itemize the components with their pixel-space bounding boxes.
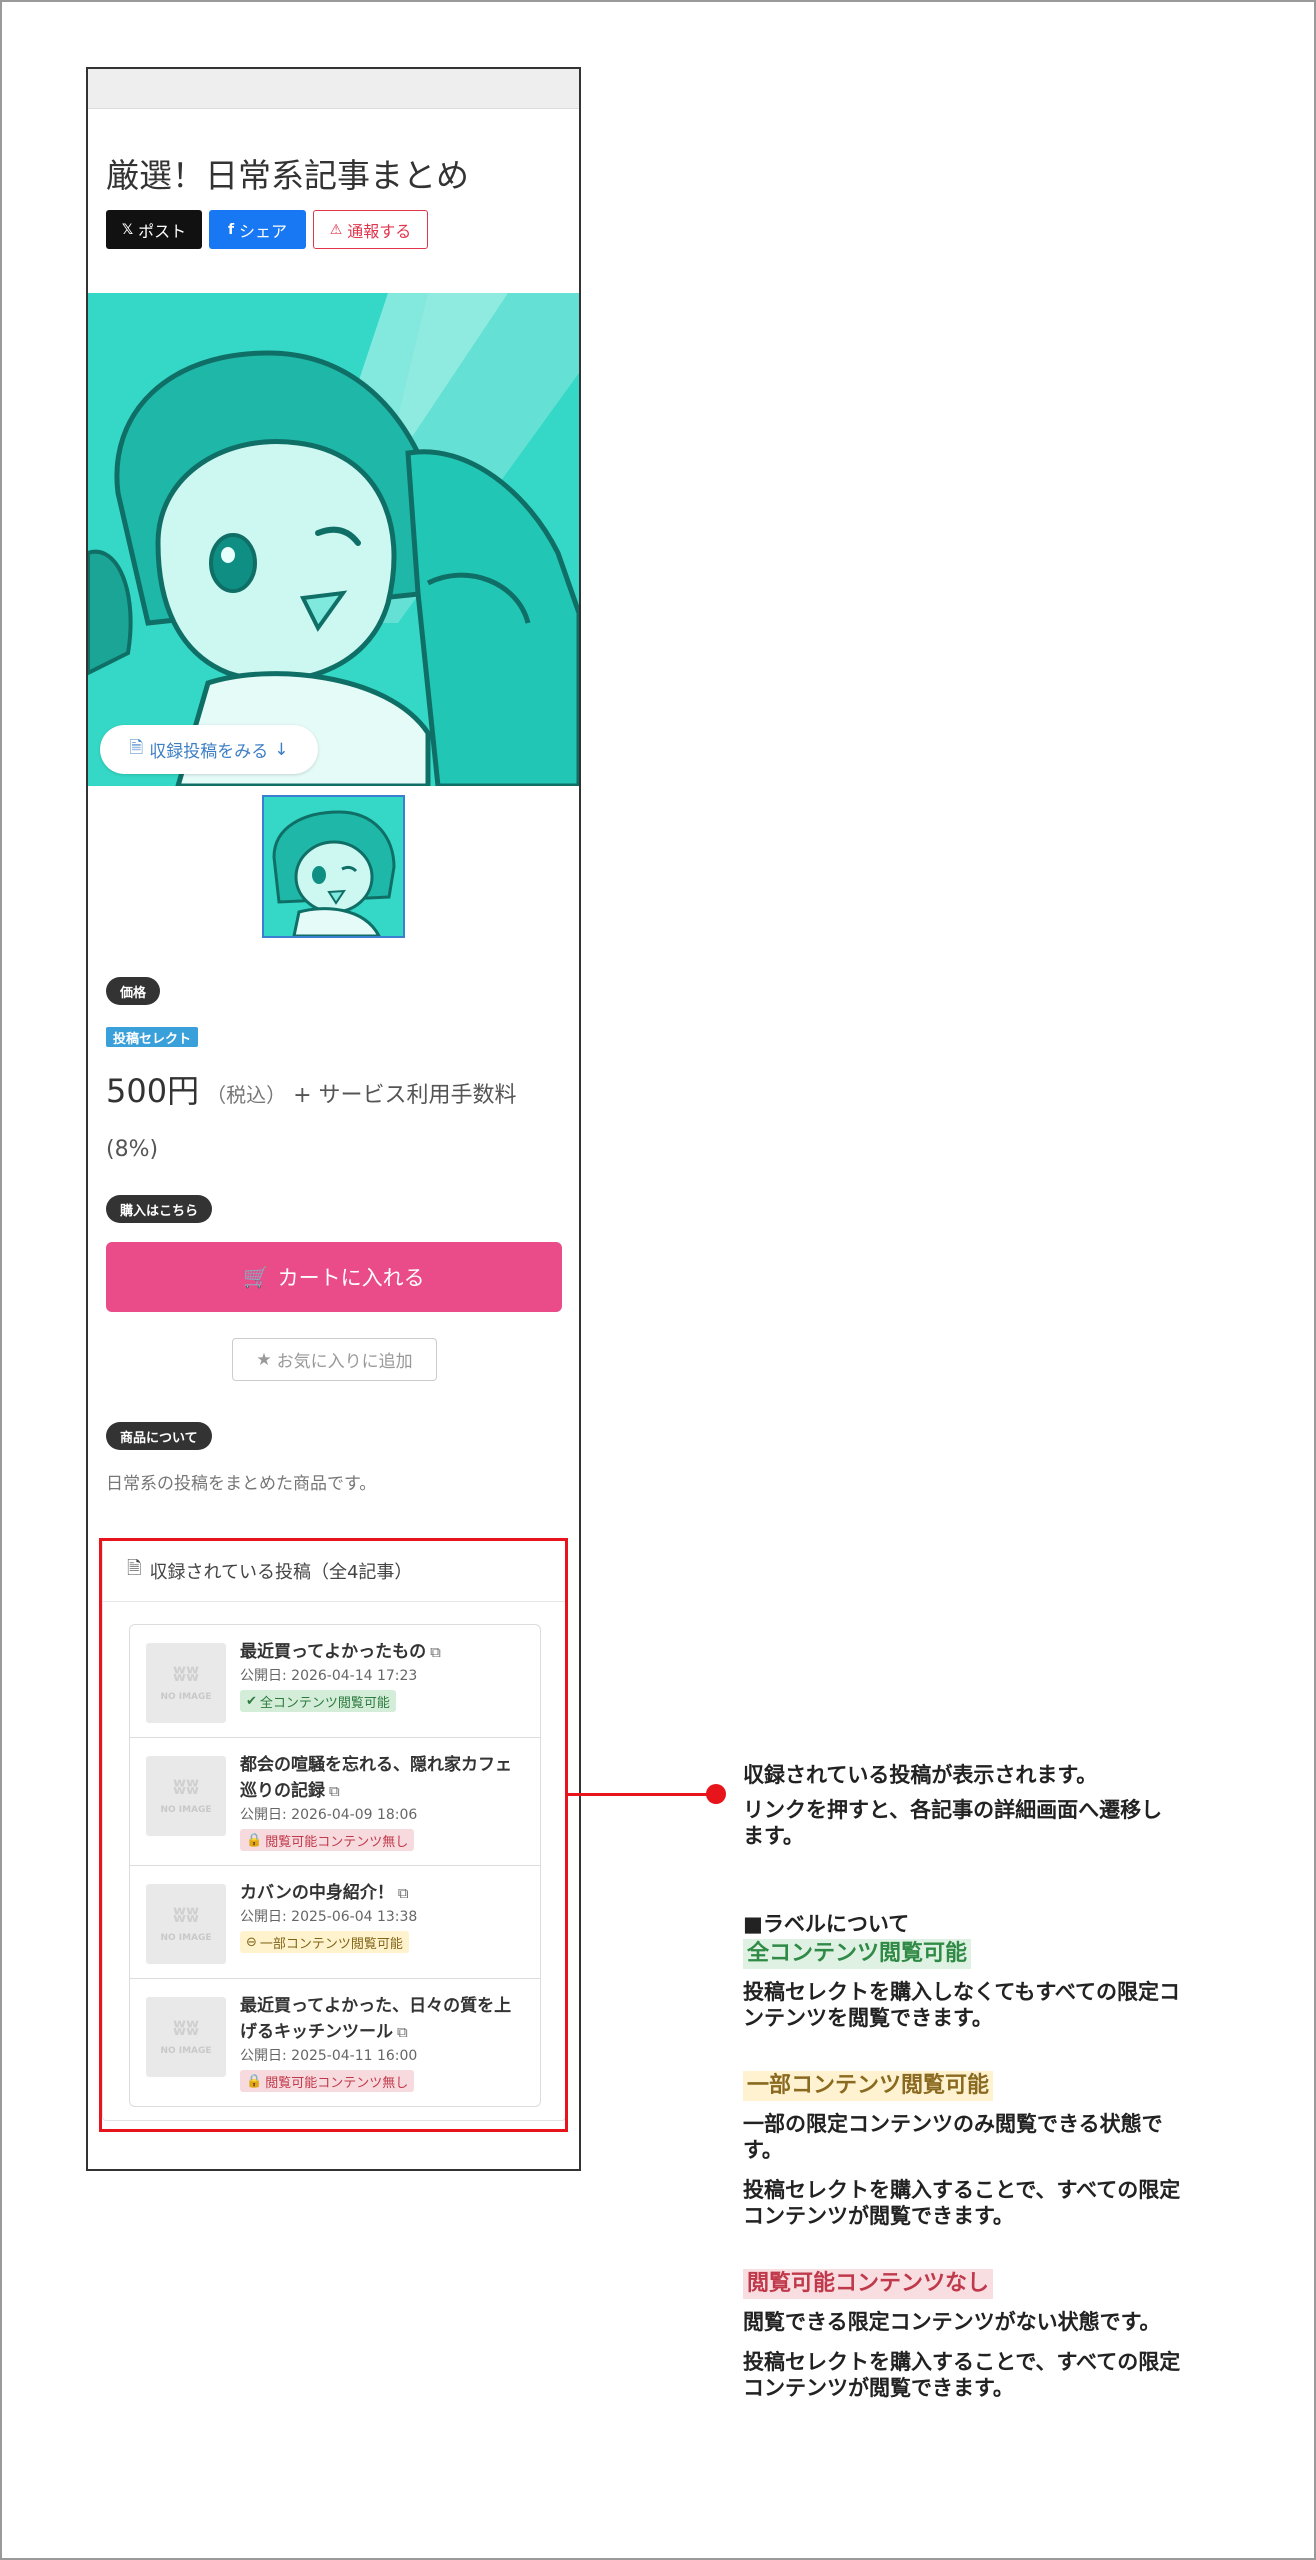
- view-posts-button[interactable]: 🗎 収録投稿をみる ↓: [100, 725, 318, 774]
- price-fee: + サービス利用手数料: [293, 1083, 517, 1108]
- label-partial-desc2: 投稿セレクトを購入することで、すべての限定コンテンツが閲覧できます。: [743, 2178, 1181, 2228]
- callout-line: [568, 1793, 716, 1796]
- facebook-share-button[interactable]: f シェア: [209, 210, 306, 249]
- report-button[interactable]: ⚠ 通報する: [313, 210, 428, 249]
- hero-illustration: [88, 293, 579, 786]
- annotation-labels: ■ラベルについて 全コンテンツ閲覧可能 投稿セレクトを購入しなくてもすべての限定…: [743, 1911, 1183, 2401]
- price-info: 500円 （税込） + サービス利用手数料 (8%): [106, 1064, 566, 1177]
- callout-dot: [706, 1784, 726, 1804]
- highlight-outline: [99, 1538, 568, 2132]
- annotation-line2: リンクを押すと、各記事の詳細画面へ遷移します。: [743, 1798, 1163, 1848]
- page-title: 厳選！日常系記事まとめ: [106, 156, 469, 195]
- label-full-example: 全コンテンツ閲覧可能: [743, 1939, 972, 1969]
- buy-badge: 購入はこちら: [106, 1195, 213, 1223]
- x-post-button[interactable]: 𝕏 ポスト: [106, 210, 202, 249]
- thumbnail-illustration: [264, 797, 403, 936]
- browser-topbar: [88, 69, 579, 109]
- label-none-desc1: 閲覧できる限定コンテンツがない状態です。: [743, 2310, 1161, 2334]
- label-partial-desc1: 一部の限定コンテンツのみ閲覧できる状態です。: [743, 2112, 1163, 2162]
- cart-label: カートに入れる: [277, 1266, 425, 1290]
- label-heading: ■ラベルについて: [743, 1912, 910, 1936]
- label-none-example: 閲覧可能コンテンツなし: [743, 2269, 994, 2299]
- x-logo-icon: 𝕏: [121, 221, 134, 238]
- favorite-label: お気に入りに追加: [276, 1352, 413, 1372]
- annotation-intro: 収録されている投稿が表示されます。 リンクを押すと、各記事の詳細画面へ遷移します…: [743, 1762, 1183, 1849]
- star-icon: ★: [256, 1349, 272, 1370]
- label-none-desc2: 投稿セレクトを購入することで、すべての限定コンテンツが閲覧できます。: [743, 2350, 1181, 2400]
- hero-image: 🗎 収録投稿をみる ↓: [88, 293, 579, 786]
- view-posts-label: 収録投稿をみる: [149, 742, 269, 762]
- facebook-icon: f: [227, 221, 235, 238]
- label-partial-example: 一部コンテンツ閲覧可能: [743, 2071, 994, 2101]
- price-fee-rate: (8%): [106, 1137, 159, 1162]
- add-favorite-button[interactable]: ★ お気に入りに追加: [232, 1338, 437, 1381]
- price-amount: 500円: [106, 1072, 200, 1110]
- arrow-down-icon: ↓: [274, 739, 289, 760]
- about-badge: 商品について: [106, 1422, 212, 1450]
- facebook-share-label: シェア: [239, 221, 288, 241]
- share-buttons: 𝕏 ポスト f シェア ⚠ 通報する: [106, 210, 428, 249]
- x-post-label: ポスト: [138, 221, 187, 241]
- warning-icon: ⚠: [329, 221, 343, 238]
- post-select-tag: 投稿セレクト: [106, 1027, 199, 1047]
- add-to-cart-button[interactable]: 🛒 カートに入れる: [106, 1242, 562, 1312]
- report-label: 通報する: [347, 221, 412, 241]
- document-icon: 🗎: [129, 738, 144, 758]
- cart-icon: 🛒: [243, 1264, 270, 1289]
- price-badge: 価格: [106, 977, 161, 1005]
- product-description: 日常系の投稿をまとめた商品です。: [106, 1474, 377, 1494]
- price-tax: （税込）: [206, 1083, 287, 1107]
- image-thumbnail[interactable]: [262, 795, 405, 938]
- annotation-line1: 収録されている投稿が表示されます。: [743, 1763, 1098, 1787]
- label-full-desc: 投稿セレクトを購入しなくてもすべての限定コンテンツを閲覧できます。: [743, 1980, 1181, 2030]
